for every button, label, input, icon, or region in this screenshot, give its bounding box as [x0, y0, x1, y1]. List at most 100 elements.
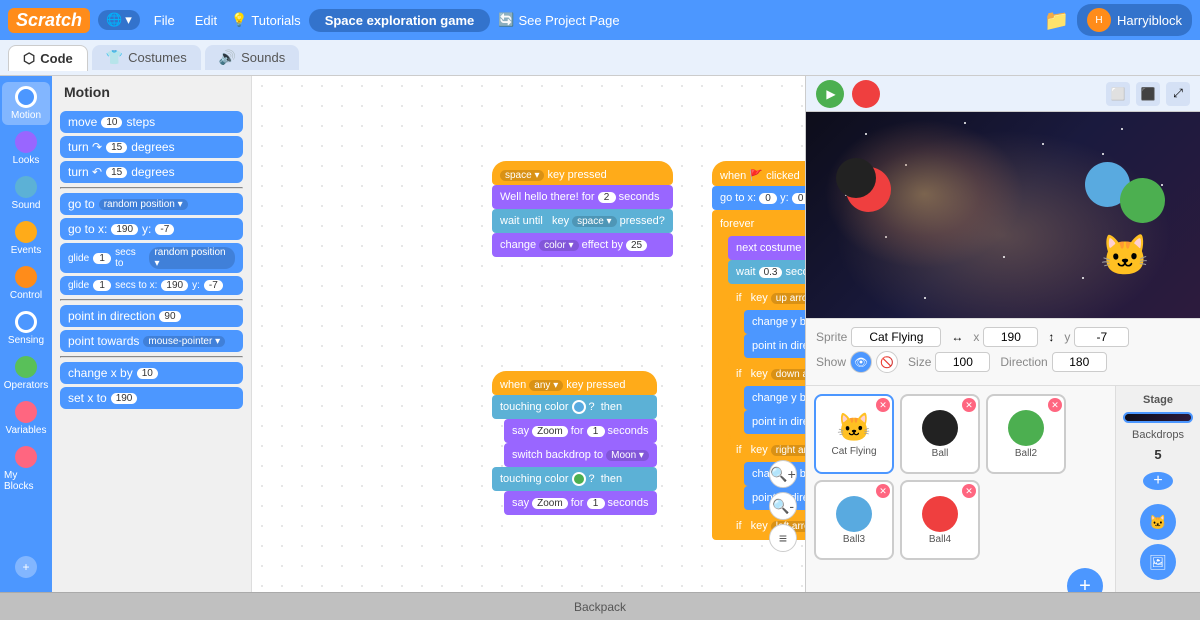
zoom-reset-button[interactable]: ≡ — [769, 524, 797, 552]
sidebar-item-sound[interactable]: Sound — [2, 172, 50, 215]
block-flag-clicked[interactable]: when 🚩 clicked — [712, 161, 805, 186]
block-forever[interactable]: forever — [712, 212, 805, 236]
block-say-zoom-1[interactable]: say Zoom for 1 seconds — [504, 419, 657, 443]
sprite-delete-ball3[interactable]: ✕ — [876, 484, 890, 498]
block-if-down[interactable]: if key down arrow ▾ pressed? then — [728, 362, 805, 386]
backpack-bar[interactable]: Backpack — [0, 592, 1200, 620]
scripts-area[interactable]: space ▾ key pressed Well hello there! fo… — [252, 76, 805, 592]
category-sidebar: Motion Looks Sound Events Control Sensin… — [0, 76, 52, 592]
tab-costumes[interactable]: 👕 Costumes — [92, 45, 201, 70]
sidebar-item-motion[interactable]: Motion — [2, 82, 50, 125]
sprite-add-cat-button[interactable]: 🐱 — [1140, 504, 1176, 540]
block-point-180-1[interactable]: point in direction 180 — [744, 334, 805, 358]
block-change-x[interactable]: change x by 10 — [60, 362, 243, 384]
sidebar-item-looks[interactable]: Looks — [2, 127, 50, 170]
tutorials-menu[interactable]: 💡 Tutorials — [231, 12, 301, 28]
sprite-add-image-button[interactable]: 🖼 — [1140, 544, 1176, 580]
block-point-towards[interactable]: point towards mouse-pointer ▾ — [60, 330, 243, 352]
sprite-black-ball — [836, 158, 876, 198]
sidebar-item-myblocks[interactable]: My Blocks — [2, 442, 50, 496]
block-change-color[interactable]: change color ▾ effect by 25 — [492, 233, 673, 257]
block-point-direction[interactable]: point in direction 90 — [60, 305, 243, 327]
block-glide-random[interactable]: glide 1 secs to random position ▾ — [60, 243, 243, 273]
edit-menu[interactable]: Edit — [189, 11, 223, 30]
normal-stage-button[interactable]: ⬛ — [1136, 82, 1160, 106]
block-change-y-down[interactable]: change y by -20 — [744, 386, 805, 410]
block-move[interactable]: move 10 steps — [60, 111, 243, 133]
block-next-costume[interactable]: next costume — [728, 236, 805, 260]
file-menu[interactable]: File — [148, 11, 181, 30]
block-wait-until[interactable]: wait until key space ▾ pressed? — [492, 209, 673, 233]
user-menu[interactable]: H Harryiblock — [1077, 4, 1192, 36]
block-space-key[interactable]: space ▾ key pressed — [492, 161, 673, 185]
block-switch-backdrop[interactable]: switch backdrop to Moon ▾ — [504, 443, 657, 467]
folder-icon[interactable]: 📁 — [1044, 8, 1069, 33]
color-picker-green[interactable] — [572, 472, 586, 486]
sprite-thumb-ball3[interactable]: ✕ Ball3 — [814, 480, 894, 560]
sprite-thumb-cat[interactable]: ✕ 🐱 Cat Flying — [814, 394, 894, 474]
small-stage-button[interactable]: ⬜ — [1106, 82, 1130, 106]
sprite-add-bottom: 🐱 🖼 — [1136, 500, 1180, 584]
sidebar-item-operators[interactable]: Operators — [2, 352, 50, 395]
looks-icon — [15, 131, 37, 153]
fullscreen-button[interactable]: ⤢ — [1166, 82, 1190, 106]
add-sprite-button[interactable]: + — [1067, 568, 1103, 592]
see-project-button[interactable]: 🔄 See Project Page — [498, 12, 619, 28]
block-goto-xy[interactable]: go to x: 190 y: -7 — [60, 218, 243, 240]
block-change-y-up[interactable]: change y by 20 — [744, 310, 805, 334]
block-touching-color-1[interactable]: touching color ? then — [492, 395, 657, 419]
block-goto-00[interactable]: go to x: 0 y: 0 — [712, 186, 805, 210]
zoom-controls: 🔍+ 🔍- ≡ — [769, 460, 797, 552]
block-set-x[interactable]: set x to 190 — [60, 387, 243, 409]
sprite-direction-input[interactable] — [1052, 352, 1107, 372]
sidebar-item-variables[interactable]: Variables — [2, 397, 50, 440]
sprite-thumb-ball4[interactable]: ✕ Ball4 — [900, 480, 980, 560]
sprite-x-input[interactable] — [983, 327, 1038, 347]
zoom-out-button[interactable]: 🔍- — [769, 492, 797, 520]
block-point-180-2[interactable]: point in direction 180 — [744, 410, 805, 434]
sprite-thumb-ball[interactable]: ✕ Ball — [900, 394, 980, 474]
block-goto-random[interactable]: go to random position ▾ — [60, 193, 243, 215]
sprite-delete-ball[interactable]: ✕ — [962, 398, 976, 412]
color-picker-cyan[interactable] — [572, 400, 586, 414]
block-wait[interactable]: wait 0.3 seconds: — [728, 260, 805, 284]
zoom-in-button[interactable]: 🔍+ — [769, 460, 797, 488]
block-say-zoom-2[interactable]: say Zoom for 1 seconds — [504, 491, 657, 515]
sidebar-item-extensions[interactable]: + — [2, 552, 50, 582]
sprite-delete-ball4[interactable]: ✕ — [962, 484, 976, 498]
sprite-info: Sprite ↔ x ↕ y Show — [806, 318, 1200, 386]
block-touching-color-2[interactable]: touching color ? then — [492, 467, 657, 491]
stage-right-panel: Stage Backdrops 5 + 🐱 🖼 — [1115, 386, 1200, 592]
show-visible-button[interactable]: 👁 — [850, 351, 872, 373]
sprite-list: ✕ 🐱 Cat Flying ✕ Ball ✕ Ball2 — [806, 386, 1115, 592]
tab-sounds[interactable]: 🔊 Sounds — [205, 45, 300, 70]
block-turn-right[interactable]: turn ↷ 15 degrees — [60, 136, 243, 158]
sprite-size-input[interactable] — [935, 352, 990, 372]
stop-button[interactable] — [852, 80, 880, 108]
sprite-y-input[interactable] — [1074, 327, 1129, 347]
sidebar-item-events[interactable]: Events — [2, 217, 50, 260]
block-say[interactable]: Well hello there! for 2 seconds — [492, 185, 673, 209]
block-if-up[interactable]: if key up arrow ▾ pressed? then — [728, 286, 805, 310]
block-turn-left[interactable]: turn ↶ 15 degrees — [60, 161, 243, 183]
project-title[interactable]: Space exploration game — [309, 9, 491, 32]
sprite-name-input[interactable] — [851, 327, 941, 347]
green-flag-button[interactable] — [816, 80, 844, 108]
globe-button[interactable]: 🌐 ▾ — [98, 10, 140, 30]
sprite-delete-cat[interactable]: ✕ — [876, 398, 890, 412]
tab-code[interactable]: ⬡ Code — [8, 45, 88, 71]
block-any-key[interactable]: when any ▾ key pressed — [492, 371, 657, 395]
stage-thumb[interactable] — [1123, 412, 1193, 423]
show-hidden-button[interactable]: 🚫 — [876, 351, 898, 373]
block-glide-xy[interactable]: glide 1 secs to x: 190 y: -7 — [60, 276, 243, 295]
sprite-thumb-ball2[interactable]: ✕ Ball2 — [986, 394, 1066, 474]
block-if-right[interactable]: if key right arrow ▾ pressed? then — [728, 438, 805, 462]
extensions-icon: + — [15, 556, 37, 578]
sprite-delete-ball2[interactable]: ✕ — [1048, 398, 1062, 412]
ball4-thumb-icon — [922, 496, 958, 532]
sidebar-item-sensing[interactable]: Sensing — [2, 307, 50, 350]
sidebar-item-control[interactable]: Control — [2, 262, 50, 305]
add-backdrop-button[interactable]: + — [1143, 472, 1173, 490]
scratch-logo[interactable]: Scratch — [8, 8, 90, 33]
sensing-icon — [15, 311, 37, 333]
